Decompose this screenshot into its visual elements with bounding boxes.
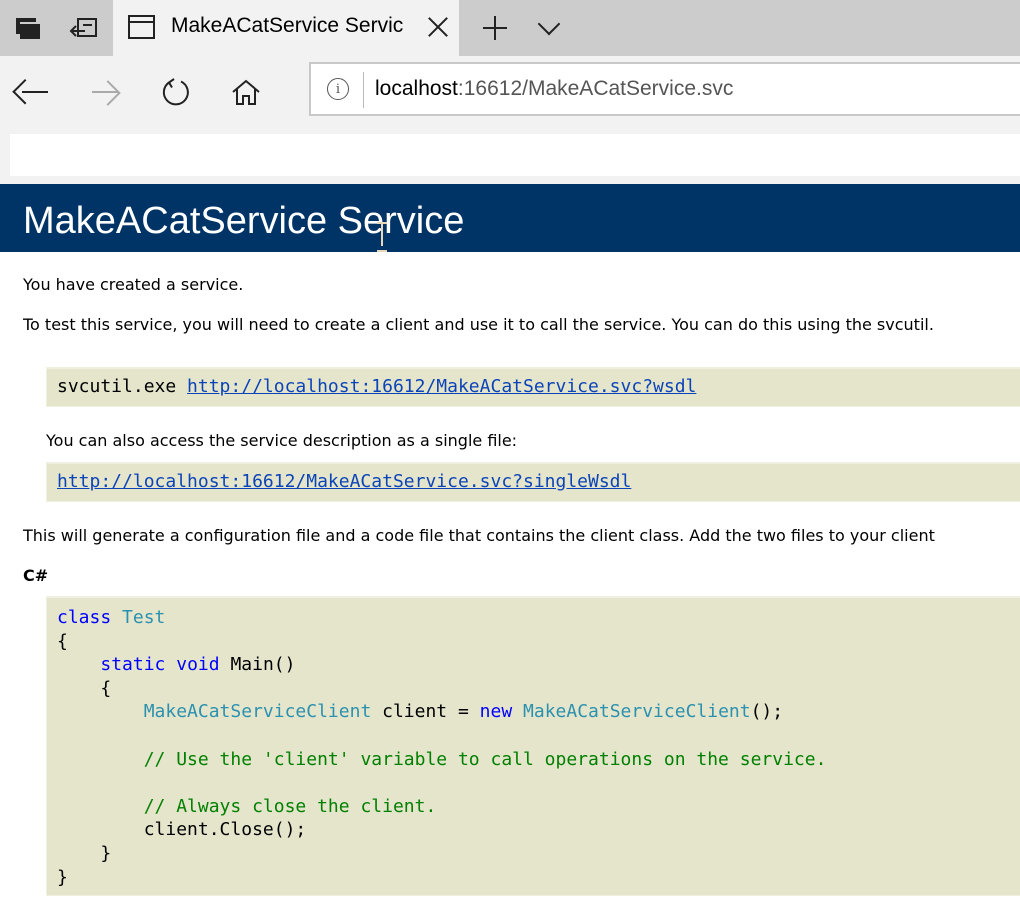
code-brace: {: [57, 630, 68, 652]
code-brace: {: [100, 677, 112, 699]
tab-title: MakeACatService Servic: [171, 14, 404, 37]
tab-bar: MakeACatService Servic: [0, 0, 1020, 56]
code-keyword: new: [479, 701, 513, 723]
url-path: :16612/MakeACatService.svc: [457, 77, 734, 100]
code-keyword: static: [100, 654, 166, 676]
close-icon[interactable]: [423, 12, 453, 42]
code-comment: // Use the 'client' variable to call ope…: [143, 748, 827, 770]
code-keyword: void: [176, 654, 220, 676]
svcutil-command-box: svcutil.exe http://localhost:16612/MakeA…: [46, 367, 1020, 407]
set-aside-icon[interactable]: [62, 8, 106, 48]
page-title: MakeACatService Service: [23, 200, 465, 242]
page-favicon-icon: [128, 15, 155, 39]
url-host: localhost: [375, 77, 458, 100]
test-instructions: To test this service, you will need to c…: [23, 315, 934, 334]
code-text: ();: [750, 701, 784, 723]
tab-preview-icon[interactable]: [6, 8, 50, 48]
favorites-strip-area: [10, 134, 1020, 176]
refresh-icon[interactable]: [152, 70, 200, 114]
csharp-code-box: class Test { static void Main() { MakeAC…: [46, 596, 1020, 896]
single-wsdl-link[interactable]: http://localhost:16612/MakeACatService.s…: [57, 471, 631, 492]
code-text: client =: [371, 701, 480, 723]
active-tab[interactable]: MakeACatService Servic: [113, 0, 459, 56]
code-comment: // Always close the client.: [143, 795, 437, 817]
forward-arrow-icon[interactable]: [82, 70, 130, 114]
generate-instructions: This will generate a configuration file …: [23, 526, 935, 545]
chevron-down-icon[interactable]: [532, 12, 568, 44]
code-brace: }: [100, 842, 112, 864]
info-icon[interactable]: i: [327, 78, 349, 100]
wsdl-link[interactable]: http://localhost:16612/MakeACatService.s…: [187, 376, 696, 397]
code-text: client.Close();: [143, 819, 307, 841]
single-file-text: You can also access the service descript…: [46, 431, 518, 450]
code-brace: }: [57, 866, 68, 888]
home-icon[interactable]: [222, 70, 270, 114]
address-separator: [363, 72, 364, 108]
code-type: MakeACatServiceClient: [143, 701, 372, 723]
address-bar[interactable]: i localhost:16612/MakeACatService.svc: [309, 62, 1020, 116]
back-arrow-icon[interactable]: [12, 70, 60, 114]
text-cursor-icon: [376, 222, 388, 252]
url-text[interactable]: localhost:16612/MakeACatService.svc: [375, 77, 733, 101]
code-text: Main(): [230, 654, 296, 676]
favorites-strip: [0, 132, 1020, 184]
code-type: Test: [122, 607, 166, 628]
intro-text: You have created a service.: [23, 275, 244, 294]
service-banner: MakeACatService Service: [0, 184, 1020, 252]
plus-icon[interactable]: [475, 10, 515, 46]
page-content: MakeACatService Service You have created…: [0, 184, 1020, 915]
code-keyword: class: [57, 607, 112, 628]
single-wsdl-box: http://localhost:16612/MakeACatService.s…: [46, 462, 1020, 502]
csharp-heading: C#: [23, 566, 49, 585]
svcutil-command: svcutil.exe: [57, 376, 188, 397]
code-type: MakeACatServiceClient: [523, 701, 751, 723]
navigation-bar: i localhost:16612/MakeACatService.svc: [0, 56, 1020, 132]
